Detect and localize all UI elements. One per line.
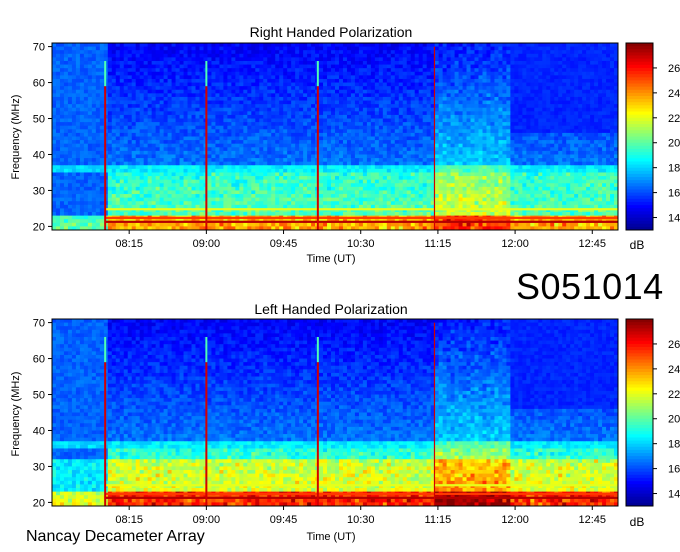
right-polarization-panel: Right Handed Polarization 20 30 40 50 60 70 0… — [10, 24, 680, 265]
colorbar-tick-label: 22 — [668, 113, 680, 125]
x-tick-label: 08:15 — [115, 238, 143, 250]
y-tick-label: 50 — [33, 114, 45, 126]
y-tick-label: 50 — [33, 390, 45, 402]
colorbar-tick-label: 18 — [668, 163, 680, 175]
colorbar-tick-label: 16 — [668, 464, 680, 476]
x-tick-label: 11:15 — [425, 238, 452, 250]
colorbar: 14 16 18 20 22 24 26 — [625, 318, 680, 507]
x-tick-label: 10:30 — [347, 514, 375, 526]
left-polarization-panel: Left Handed Polarization 20 30 40 50 60 70 08… — [10, 301, 680, 543]
colorbar: 14 16 18 20 22 24 26 — [625, 42, 680, 231]
colorbar-tick-label: 16 — [668, 188, 680, 200]
y-tick-label: 30 — [33, 461, 45, 473]
x-axis-label: Time (UT) — [306, 253, 355, 265]
colorbar-tick-label: 26 — [668, 339, 680, 351]
colorbar-tick-label: 14 — [668, 489, 680, 501]
colorbar-unit: dB — [630, 515, 645, 529]
y-tick-label: 20 — [33, 497, 45, 509]
y-tick-label: 20 — [33, 221, 45, 233]
x-tick-label: 12:00 — [501, 238, 529, 250]
x-tick-label: 10:30 — [347, 238, 375, 250]
x-tick-label: 12:00 — [501, 514, 529, 526]
observatory-label: Nancay Decameter Array — [26, 528, 205, 545]
x-tick-label: 12:45 — [579, 238, 607, 250]
x-tick-label: 09:45 — [270, 514, 298, 526]
y-tick-label: 60 — [33, 354, 45, 366]
y-axis-label: Frequency (MHz) — [10, 372, 22, 457]
y-axis-label: Frequency (MHz) — [10, 95, 22, 180]
x-tick-label: 09:45 — [270, 238, 298, 250]
time-axis: 08:15 09:00 09:45 10:30 11:15 12:00 12:45 — [115, 506, 606, 526]
x-tick-label: 09:00 — [193, 514, 221, 526]
time-axis: 08:15 09:00 09:45 10:30 11:15 12:00 12:45 — [115, 230, 606, 250]
y-tick-label: 40 — [33, 149, 45, 161]
colorbar-tick-label: 24 — [668, 88, 680, 100]
colorbar-tick-label: 24 — [668, 364, 680, 376]
colorbar-tick-label: 14 — [668, 213, 680, 225]
x-axis-label: Time (UT) — [306, 531, 355, 543]
y-tick-label: 30 — [33, 185, 45, 197]
y-tick-label: 60 — [33, 78, 45, 90]
spectrogram — [51, 42, 619, 231]
colorbar-unit: dB — [630, 238, 645, 252]
colorbar-tick-label: 20 — [668, 138, 680, 150]
chart-title: Right Handed Polarization — [250, 24, 413, 40]
chart-title: Left Handed Polarization — [254, 301, 407, 317]
y-tick-label: 70 — [33, 318, 45, 330]
colorbar-tick-label: 20 — [668, 414, 680, 426]
spectrogram — [51, 318, 619, 507]
colorbar-tick-label: 22 — [668, 389, 680, 401]
y-tick-label: 40 — [33, 425, 45, 437]
frequency-axis: 20 30 40 50 60 70 — [33, 42, 52, 233]
colorbar-tick-label: 26 — [668, 63, 680, 75]
frequency-axis: 20 30 40 50 60 70 — [33, 318, 52, 509]
y-tick-label: 70 — [33, 42, 45, 54]
colorbar-tick-label: 18 — [668, 439, 680, 451]
x-tick-label: 09:00 — [193, 238, 221, 250]
x-tick-label: 12:45 — [579, 514, 607, 526]
x-tick-label: 08:15 — [115, 514, 143, 526]
x-tick-label: 11:15 — [425, 514, 452, 526]
